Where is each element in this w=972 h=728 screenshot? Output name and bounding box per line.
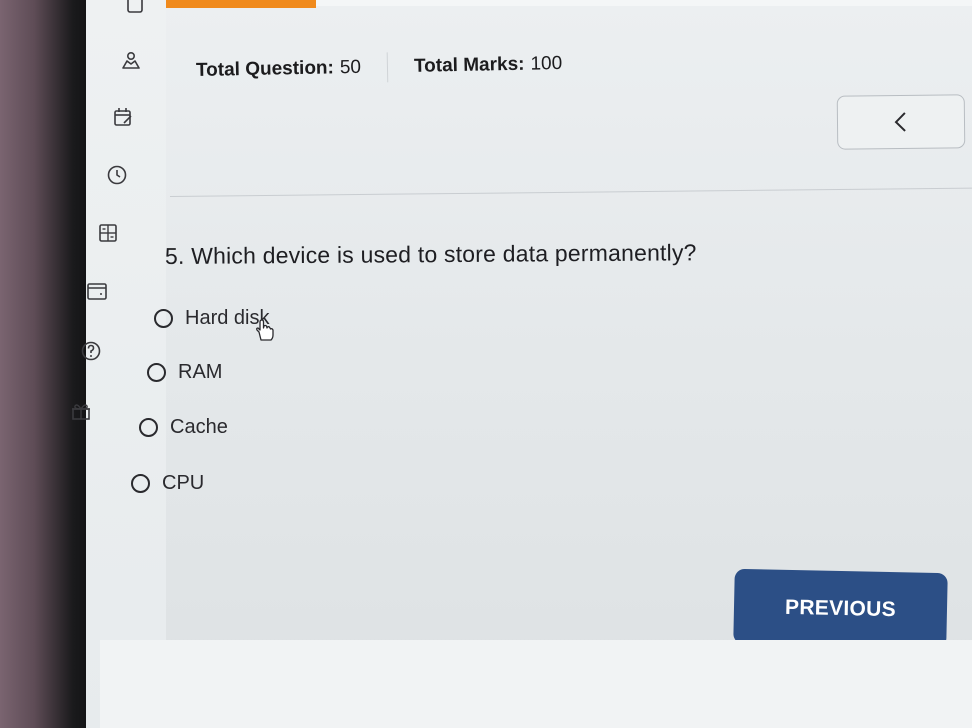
chevron-left-icon xyxy=(894,112,906,132)
radio-button[interactable] xyxy=(131,474,150,493)
total-marks-value: 100 xyxy=(530,52,563,75)
hand-cursor-icon xyxy=(256,319,274,341)
card-icon[interactable] xyxy=(86,280,108,302)
question-text: 5. Which device is used to store data pe… xyxy=(164,239,697,269)
option-label: Cache xyxy=(170,416,228,438)
radio-button[interactable] xyxy=(147,363,166,382)
option-cache[interactable]: Cache xyxy=(139,416,228,439)
total-marks-stat: Total Marks: 100 xyxy=(414,53,563,78)
calendar-edit-icon[interactable] xyxy=(112,106,134,128)
calculator-icon[interactable] xyxy=(97,222,119,244)
total-marks-label: Total Marks: xyxy=(413,53,525,77)
option-ram[interactable]: RAM xyxy=(147,361,222,384)
total-question-value: 50 xyxy=(339,56,362,79)
clock-icon[interactable] xyxy=(106,164,128,186)
help-icon[interactable] xyxy=(80,340,102,362)
top-accent-bar xyxy=(166,0,316,8)
option-label: CPU xyxy=(162,472,205,494)
gift-icon[interactable] xyxy=(70,400,92,422)
previous-button[interactable]: PREVIOUS xyxy=(733,568,948,649)
radio-button[interactable] xyxy=(154,309,173,328)
top-bar xyxy=(316,0,972,6)
option-label: RAM xyxy=(178,361,223,383)
total-question-stat: Total Question: 50 xyxy=(196,57,361,82)
top-sidebar-icon[interactable] xyxy=(124,0,146,16)
option-cpu[interactable]: CPU xyxy=(131,472,204,495)
total-question-label: Total Question: xyxy=(195,57,335,81)
stat-divider xyxy=(386,52,389,83)
option-hard-disk[interactable]: Hard disk xyxy=(154,307,269,330)
person-icon[interactable] xyxy=(120,50,142,72)
footer-panel xyxy=(100,640,972,728)
previous-question-nav-button[interactable] xyxy=(836,94,966,150)
radio-button[interactable] xyxy=(139,418,158,437)
screen-bezel xyxy=(0,0,86,728)
